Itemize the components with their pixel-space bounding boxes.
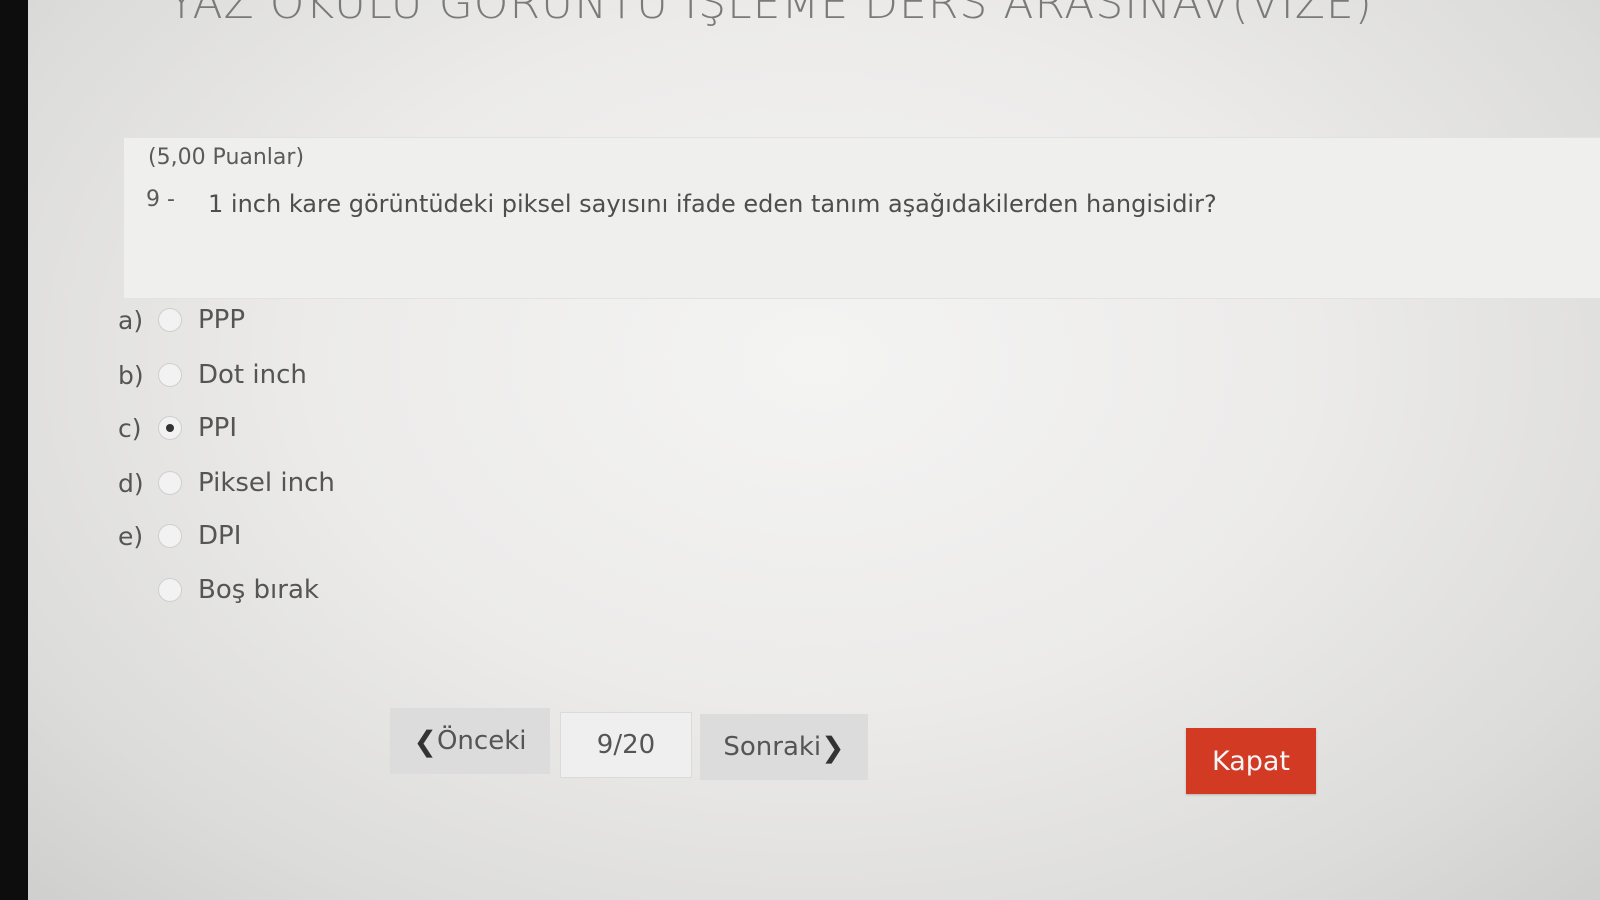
option-letter: b) — [118, 360, 144, 390]
option-e-radio[interactable] — [158, 524, 182, 548]
exam-screen: YAZ OKULU GÖRÜNTÜ İŞLEME DERS ARASINAV(V… — [28, 0, 1600, 900]
question-text: 1 inch kare görüntüdeki piksel sayısını … — [208, 190, 1217, 218]
exam-title: YAZ OKULU GÖRÜNTÜ İŞLEME DERS ARASINAV(V… — [168, 0, 1373, 29]
option-leave-blank[interactable]: Boş bırak — [118, 572, 319, 608]
next-button[interactable]: Sonraki ❯ — [700, 714, 868, 780]
option-d[interactable]: d) Piksel inch — [118, 465, 335, 501]
option-letter: a) — [118, 305, 144, 335]
option-a-radio[interactable] — [158, 308, 182, 332]
option-label: DPI — [198, 521, 242, 551]
option-b[interactable]: b) Dot inch — [118, 357, 307, 393]
option-c[interactable]: c) PPI — [118, 410, 237, 446]
previous-label: Önceki — [436, 726, 527, 756]
chevron-right-icon: ❯ — [821, 730, 845, 764]
chevron-left-icon: ❮ — [413, 724, 437, 758]
previous-button[interactable]: ❮ Önceki — [390, 708, 550, 774]
option-label: Dot inch — [198, 360, 307, 390]
option-b-radio[interactable] — [158, 363, 182, 387]
question-number: 9 - — [146, 187, 175, 212]
option-e[interactable]: e) DPI — [118, 518, 241, 554]
option-leave-blank-radio[interactable] — [158, 578, 182, 602]
question-points: (5,00 Puanlar) — [148, 145, 305, 170]
option-label: Piksel inch — [198, 468, 335, 498]
next-label: Sonraki — [723, 732, 822, 762]
close-button[interactable]: Kapat — [1186, 728, 1316, 794]
option-letter: c) — [118, 413, 142, 443]
option-a[interactable]: a) PPP — [118, 302, 245, 338]
option-d-radio[interactable] — [158, 471, 182, 495]
page-indicator: 9/20 — [560, 712, 692, 778]
monitor-bezel — [0, 0, 28, 900]
option-c-radio[interactable] — [158, 416, 182, 440]
option-label: Boş bırak — [198, 575, 319, 605]
option-label: PPP — [198, 305, 246, 335]
option-label: PPI — [198, 413, 238, 443]
option-letter: e) — [118, 521, 144, 551]
option-letter: d) — [118, 468, 144, 498]
question-panel — [124, 137, 1600, 299]
